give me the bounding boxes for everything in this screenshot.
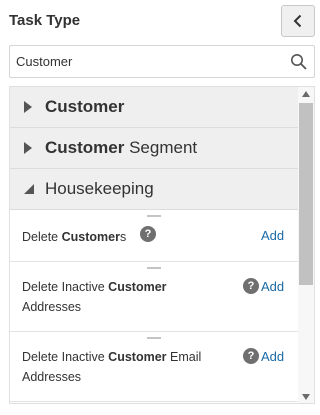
task-name: Delete Customers (22, 230, 127, 244)
category-label-rest: Segment (124, 138, 198, 157)
drag-handle-icon[interactable] (147, 267, 161, 269)
task-row-delete-customers: Delete Customers ? Add (10, 210, 298, 262)
search-field (9, 45, 315, 78)
panel-header: Task Type (0, 0, 320, 44)
task-name: Delete Inactive Customer Email Addresses (22, 350, 202, 384)
scrollbar-thumb[interactable] (299, 103, 313, 285)
add-task-button[interactable]: Add (261, 279, 284, 294)
drag-handle-icon[interactable] (147, 337, 161, 339)
task-row-delete-inactive-customer-email-addresses: Delete Inactive Customer Email Addresses … (10, 332, 298, 402)
vertical-scrollbar[interactable] (298, 87, 314, 403)
task-type-list-content: Customer Customer Segment Housekeeping D… (10, 87, 298, 402)
category-customer-segment[interactable]: Customer Segment (10, 128, 298, 169)
help-icon[interactable]: ? (140, 226, 156, 242)
search-input[interactable] (16, 46, 286, 77)
expand-triangle-icon[interactable] (23, 101, 33, 113)
category-label-rest: Housekeeping (45, 179, 154, 198)
add-task-button[interactable]: Add (261, 349, 284, 364)
add-task-button[interactable]: Add (261, 228, 284, 243)
expand-triangle-icon[interactable] (23, 142, 33, 154)
chevron-left-icon (293, 14, 302, 28)
help-icon[interactable]: ? (243, 278, 259, 294)
category-customer[interactable]: Customer (10, 87, 298, 128)
panel-title: Task Type (9, 12, 81, 29)
scroll-up-arrow-icon[interactable] (302, 91, 310, 97)
collapse-panel-button[interactable] (281, 5, 315, 37)
category-label-match: Customer (45, 138, 125, 157)
scroll-down-arrow-icon[interactable] (302, 394, 310, 400)
collapse-triangle-icon[interactable] (23, 183, 35, 195)
drag-handle-icon[interactable] (147, 215, 161, 217)
category-label-match: Customer (45, 97, 125, 116)
search-icon[interactable] (290, 53, 308, 71)
help-icon[interactable]: ? (243, 348, 259, 364)
task-type-list: Customer Customer Segment Housekeeping D… (9, 86, 315, 404)
category-housekeeping[interactable]: Housekeeping (10, 169, 298, 210)
task-name: Delete Inactive Customer Addresses (22, 280, 167, 314)
task-row-delete-inactive-customer-addresses: Delete Inactive Customer Addresses ? Add (10, 262, 298, 332)
